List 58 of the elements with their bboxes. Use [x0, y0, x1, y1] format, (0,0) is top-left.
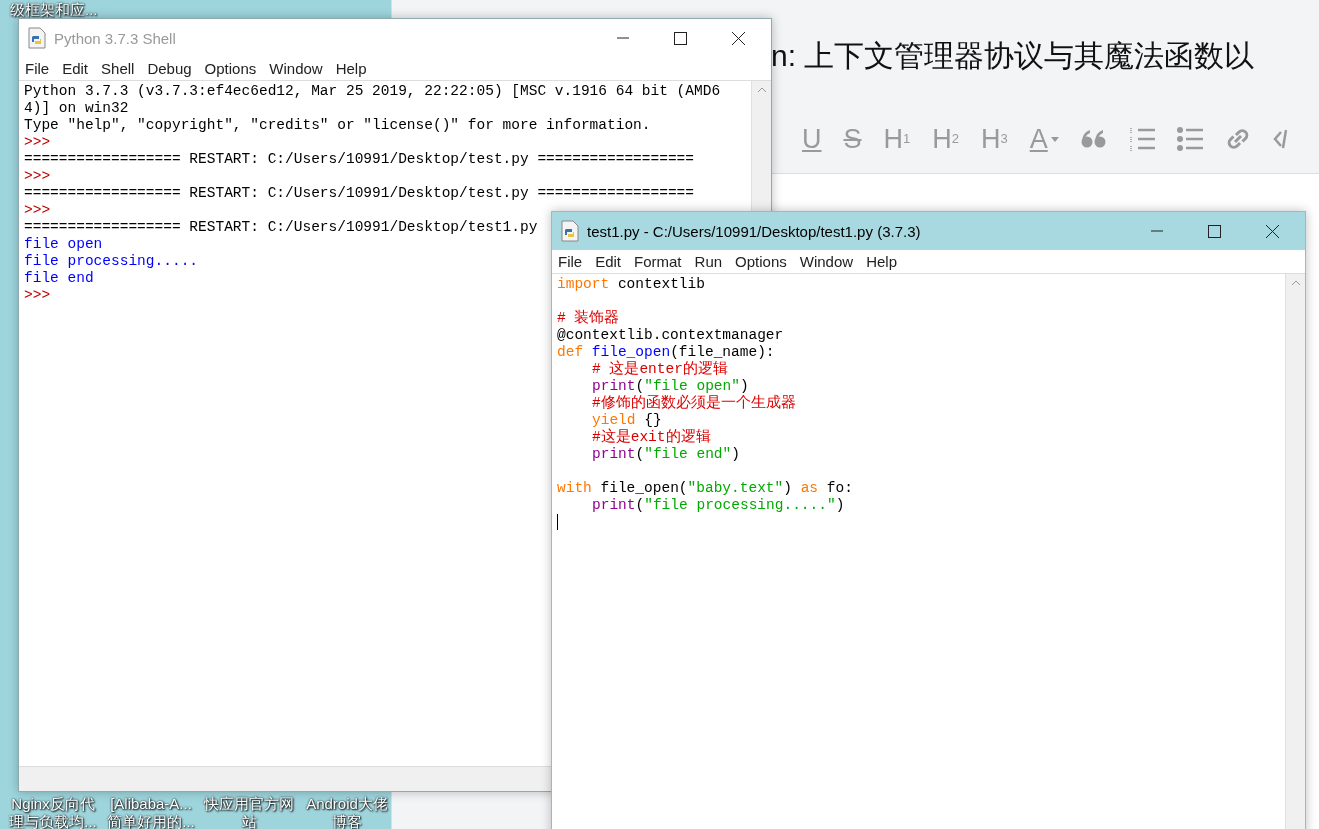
text-cursor: [557, 514, 558, 530]
numbered-list-icon[interactable]: [1128, 127, 1155, 151]
menu-item[interactable]: Window: [799, 253, 854, 270]
scroll-up-icon[interactable]: [756, 87, 767, 93]
code-line: print("file processing....."): [592, 497, 845, 514]
code-line: print("file open"): [592, 378, 749, 394]
close-icon[interactable]: [732, 31, 745, 45]
shell-output-line: ================== RESTART: C:/Users/10991/Desktop/test.py ==================: [24, 185, 694, 202]
code-line: def file_open(file_name):: [557, 344, 775, 360]
window-title: Python 3.7.3 Shell: [54, 29, 176, 47]
code-icon[interactable]: [1272, 128, 1287, 150]
scrollbar[interactable]: [1285, 274, 1305, 829]
python-file-icon: [27, 27, 47, 49]
menu-item[interactable]: Edit: [62, 60, 89, 77]
shell-output-line: ================== RESTART: C:/Users/10991/Desktop/test1.py: [24, 219, 538, 236]
title-bar[interactable]: test1.py - C:/Users/10991/Desktop/test1.py (3.7.3): [552, 212, 1305, 250]
menu-item[interactable]: Format: [634, 253, 682, 270]
shell-output-line: ================== RESTART: C:/Users/10991/Desktop/test.py ==================: [24, 151, 694, 168]
menu-item[interactable]: Edit: [595, 253, 622, 270]
code-line: with file_open("baby.text") as fo:: [557, 480, 853, 497]
menu-item[interactable]: Options: [735, 253, 787, 270]
menu-item[interactable]: Help: [335, 60, 367, 77]
code-line: print("file end"): [592, 446, 740, 463]
caret-icon[interactable]: [1050, 136, 1059, 142]
shell-prompt: >>>: [24, 202, 51, 219]
code-line: #这是exit的逻辑: [592, 429, 711, 446]
shell-prompt: >>>: [24, 134, 51, 151]
code-line: yield {}: [592, 412, 662, 428]
menu-item[interactable]: File: [25, 60, 50, 77]
code-line: @contextlib.contextmanager: [557, 327, 784, 344]
maximize-icon[interactable]: [674, 31, 687, 45]
menu-item[interactable]: Run: [694, 253, 723, 270]
python-file-icon: [560, 220, 580, 242]
menu-item[interactable]: File: [558, 253, 583, 270]
shell-output-line: Type "help", "copyright", "credits" or "license()" for more information.: [24, 117, 651, 134]
code-line: import contextlib: [557, 276, 705, 293]
shell-prompt: >>>: [24, 287, 51, 304]
code-line: # 这是enter的逻辑: [592, 361, 728, 378]
menu-item[interactable]: Help: [866, 253, 897, 270]
menu-item[interactable]: Debug: [147, 60, 192, 77]
shell-output-line: file open: [24, 236, 103, 253]
close-icon[interactable]: [1266, 224, 1279, 238]
menu-item[interactable]: Options: [204, 60, 257, 77]
shell-output-line: file end: [24, 270, 94, 287]
code-line: # 装饰器: [557, 310, 620, 327]
article-title: n: 上下文管理器协议与其魔法函数以: [771, 38, 1255, 74]
scroll-up-icon[interactable]: [1290, 280, 1301, 286]
shell-output-line: file processing.....: [24, 253, 199, 270]
code-line: #修饰的函数必须是一个生成器: [592, 395, 796, 412]
shell-output-line: 4)] on win32: [24, 100, 129, 117]
menu-item[interactable]: Window: [269, 60, 323, 77]
quote-icon[interactable]: [1080, 128, 1107, 150]
bullet-list-icon[interactable]: [1176, 127, 1203, 151]
menu-item[interactable]: Shell: [101, 60, 135, 77]
shell-output-line: Python 3.7.3 (v3.7.3:ef4ec6ed12, Mar 25 2019, 22:22:05) [MSC v.1916 64 bit (AMD6: [24, 83, 721, 100]
shell-prompt: >>>: [24, 168, 51, 185]
window-title: test1.py - C:/Users/10991/Desktop/test1.py (3.7.3): [587, 222, 921, 240]
maximize-icon[interactable]: [1208, 224, 1221, 238]
